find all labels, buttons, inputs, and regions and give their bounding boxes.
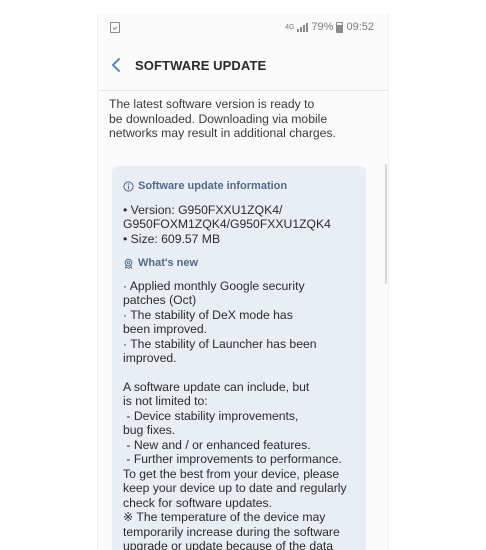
chevron-left-icon — [112, 58, 120, 72]
general-info-line: - Device stability improvements, — [123, 408, 299, 423]
version-line: G950FOXM1ZQK4/G950FXXU1ZQK4 — [123, 217, 331, 231]
update-details-card[interactable]: Software update information • Version: G… — [112, 166, 366, 550]
whats-new-line: been improved. — [123, 322, 208, 336]
whats-new-header: What's new — [123, 256, 356, 271]
info-section-body: • Version: G950FXXU1ZQK4/ G950FOXM1ZQK4/… — [123, 203, 356, 247]
battery-icon — [336, 21, 344, 33]
general-info-line: ※ The temperature of the device may — [123, 510, 326, 524]
network-type: 4G — [285, 23, 295, 31]
download-notification-icon — [110, 21, 120, 33]
general-info-line: To get the best from your device, please — [123, 466, 340, 481]
general-info-line: A software update can include, but — [123, 379, 310, 394]
general-info-line: temporarily increase during the software — [123, 524, 340, 539]
clock: 09:52 — [346, 21, 374, 33]
scrollbar[interactable] — [385, 164, 387, 284]
badge-icon — [124, 258, 133, 269]
general-info-line: is not limited to: — [123, 394, 208, 408]
whats-new-title: What's new — [138, 257, 199, 269]
page-title: SOFTWARE UPDATE — [135, 57, 267, 73]
whats-new-line: improved. — [123, 351, 177, 365]
info-section-header: Software update information — [123, 179, 356, 194]
info-section-title: Software update information — [138, 180, 288, 192]
app-bar: SOFTWARE UPDATE — [98, 50, 388, 80]
general-info-line: keep your device up to date and regularl… — [123, 481, 347, 495]
status-bar: 4G 79% 09:52 — [98, 14, 388, 40]
battery-percent: 79% — [311, 21, 334, 33]
general-info-line: check for software updates. — [123, 495, 273, 510]
general-info-line: bug fixes. — [123, 423, 176, 437]
phone-screen: 4G 79% 09:52 SOFTWARE UPDATE The latest … — [97, 14, 389, 550]
version-line: • Version: G950FXXU1ZQK4/ — [123, 202, 283, 217]
size-line: • Size: 609.57 MB — [123, 231, 221, 246]
app-bar-divider — [98, 90, 388, 91]
signal-strength-icon — [297, 22, 309, 32]
general-info-line: - Further improvements to performance. — [123, 452, 342, 466]
intro-line: be downloaded. Downloading via mobile — [109, 111, 328, 126]
intro-text: The latest software version is ready to … — [109, 97, 379, 141]
general-info-line: - New and / or enhanced features. — [123, 437, 311, 452]
intro-line: The latest software version is ready to — [109, 97, 315, 111]
intro-line: networks may result in additional charge… — [109, 126, 336, 140]
general-info-body: A software update can include, but is no… — [123, 380, 356, 550]
back-button[interactable] — [101, 50, 131, 80]
status-right: 4G 79% 09:52 — [285, 21, 374, 33]
whats-new-line: · The stability of DeX mode has — [123, 307, 293, 322]
whats-new-line: patches (Oct) — [123, 293, 197, 307]
info-icon — [123, 181, 134, 192]
whats-new-line: · The stability of Launcher has been — [123, 336, 317, 351]
general-info-line: upgrade or update because of the data — [123, 539, 334, 550]
whats-new-body: · Applied monthly Google security patche… — [123, 279, 356, 366]
whats-new-line: · Applied monthly Google security — [123, 278, 305, 293]
status-left — [110, 21, 120, 33]
